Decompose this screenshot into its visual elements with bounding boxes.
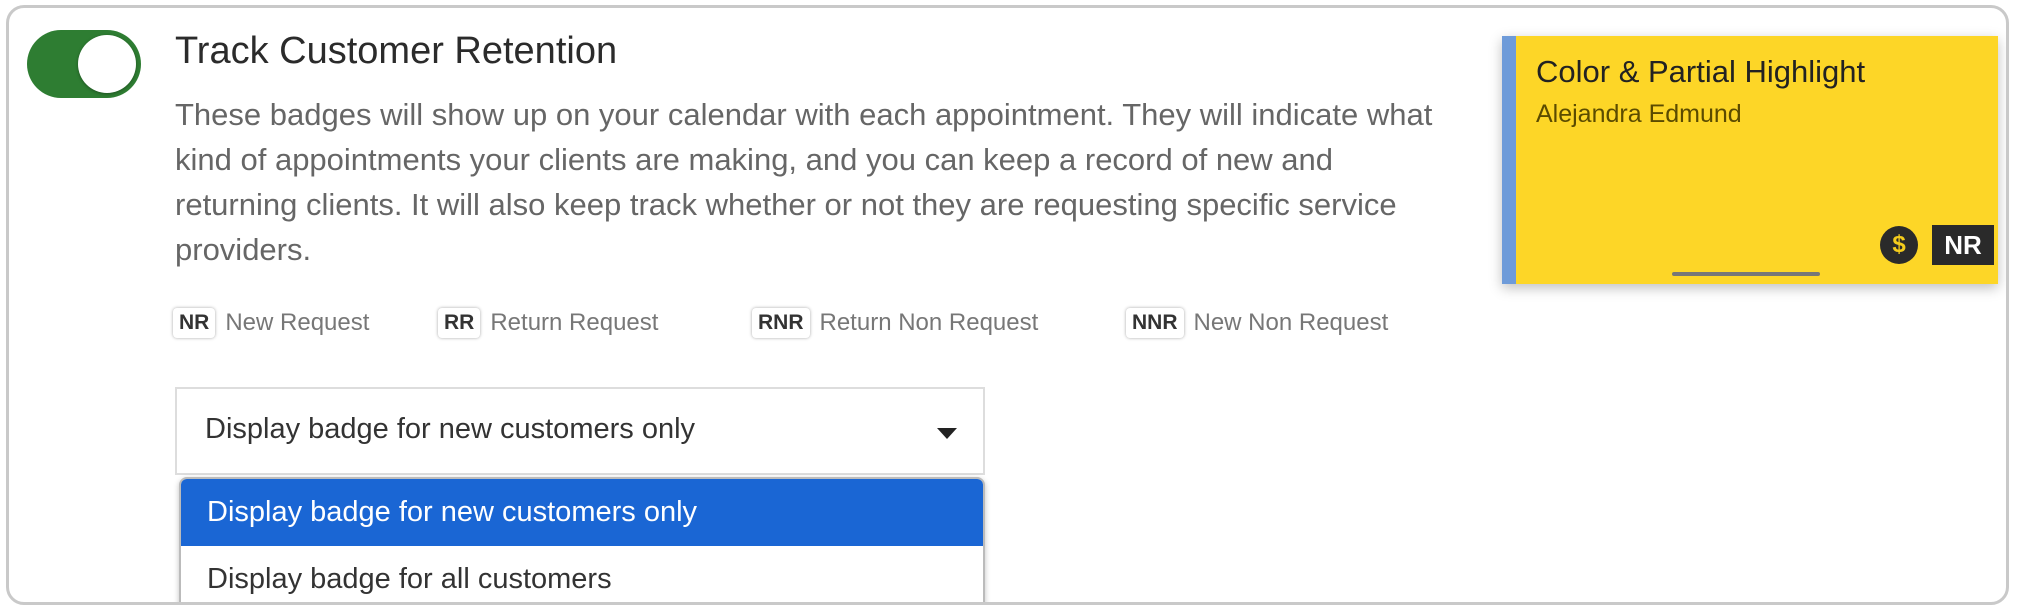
track-retention-toggle[interactable] <box>27 30 141 98</box>
badge-nnr: NNR <box>1126 308 1184 338</box>
caret-down-icon[interactable] <box>937 428 957 439</box>
card-resize-handle[interactable] <box>1672 272 1820 276</box>
option-new-customers-only[interactable]: Display badge for new customers only <box>181 479 983 546</box>
toggle-knob[interactable] <box>78 35 136 93</box>
legend-label: New Request <box>225 309 370 336</box>
legend-item-rnr: RNR Return Non Request <box>752 308 1038 338</box>
legend-label: New Non Request <box>1193 309 1389 336</box>
dollar-icon: $ <box>1880 226 1918 264</box>
badge-display-select[interactable]: Display badge for new customers only <box>175 387 985 475</box>
legend-item-nr: NR New Request <box>173 308 369 338</box>
badge-nr-card: NR <box>1932 225 1994 265</box>
appointment-card-preview: Color & Partial Highlight Alejandra Edmu… <box>1502 36 1998 284</box>
section-description: These badges will show up on your calend… <box>175 97 1433 267</box>
badge-rr: RR <box>438 308 481 338</box>
appointment-service: Color & Partial Highlight <box>1536 54 1866 89</box>
legend-item-nnr: NNR New Non Request <box>1126 308 1388 338</box>
badge-rnr: RNR <box>752 308 810 338</box>
legend-item-rr: RR Return Request <box>438 308 658 338</box>
settings-panel: Track Customer Retention These badges wi… <box>6 5 2009 605</box>
section-title: Track Customer Retention <box>175 30 618 72</box>
card-stripe <box>1502 36 1516 284</box>
option-all-customers[interactable]: Display badge for all customers <box>181 546 983 602</box>
legend-label: Return Non Request <box>819 309 1039 336</box>
select-value: Display badge for new customers only <box>205 413 696 445</box>
badge-display-options: Display badge for new customers only Dis… <box>179 477 985 602</box>
badge-nr: NR <box>173 308 216 338</box>
legend-label: Return Request <box>490 309 659 336</box>
client-name: Alejandra Edmund <box>1536 100 1742 128</box>
